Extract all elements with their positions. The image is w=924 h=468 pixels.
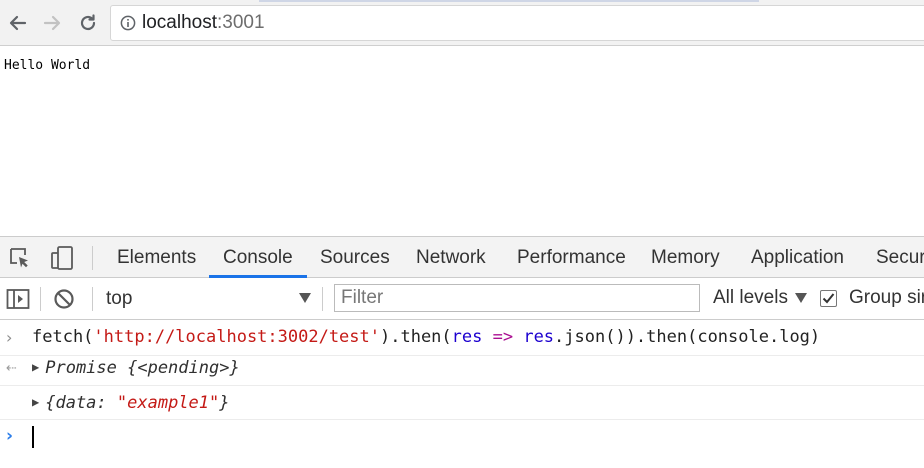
dropdown-arrow-icon <box>794 293 807 303</box>
object-open: {data: <box>45 393 117 413</box>
code-token: fetch( <box>32 327 94 347</box>
object-value: "example1" <box>116 393 220 413</box>
toolbar-divider <box>322 287 323 311</box>
reload-button[interactable] <box>76 11 100 35</box>
devtools-tabbar: Elements Console Sources Network Perform… <box>0 236 924 278</box>
text-cursor <box>32 426 34 448</box>
site-info-icon[interactable] <box>120 15 136 31</box>
console-sidebar-icon[interactable] <box>6 287 30 311</box>
back-arrow-icon <box>9 15 27 31</box>
group-similar-toggle[interactable]: Group sir <box>820 284 924 312</box>
object-close: } <box>219 393 230 413</box>
tab-sources[interactable]: Sources <box>320 237 390 278</box>
devtools-panel: Elements Console Sources Network Perform… <box>0 236 924 468</box>
expand-triangle-icon[interactable]: ▶ <box>32 360 39 374</box>
expand-triangle-icon[interactable]: ▶ <box>32 395 39 409</box>
result-arrow-icon: ⇠ <box>6 361 17 376</box>
tab-security[interactable]: Securi <box>876 237 924 278</box>
forward-arrow-icon <box>43 15 61 31</box>
console-toolbar: top All levels Group sir <box>0 278 924 320</box>
log-object[interactable]: ▶ {data: "example1"} <box>32 393 230 413</box>
group-similar-checkbox[interactable] <box>820 289 837 307</box>
tab-memory[interactable]: Memory <box>651 237 720 278</box>
context-selector[interactable]: top <box>106 286 312 312</box>
context-value: top <box>106 288 133 309</box>
log-levels-dropdown[interactable]: All levels <box>713 284 808 312</box>
filter-input[interactable] <box>334 284 700 312</box>
tab-application[interactable]: Application <box>751 237 844 278</box>
code-token-param: res <box>451 327 483 347</box>
tab-strip-edge <box>259 0 759 2</box>
inspect-element-icon[interactable] <box>7 245 33 271</box>
tabbar-divider <box>92 246 93 270</box>
console-prompt[interactable]: › <box>0 420 924 456</box>
tab-network[interactable]: Network <box>416 237 486 278</box>
address-bar[interactable]: localhost:3001 <box>110 5 924 41</box>
browser-toolbar: localhost:3001 <box>0 0 924 46</box>
dropdown-arrow-icon <box>299 293 311 303</box>
reload-icon <box>80 14 96 31</box>
tab-console[interactable]: Console <box>209 237 307 278</box>
result-value[interactable]: ▶ Promise {<pending>} <box>32 358 240 378</box>
code-token-param: res <box>523 327 555 347</box>
promise-text: Promise {<pending>} <box>45 358 240 378</box>
page-body-text: Hello World <box>4 58 91 73</box>
prompt-chevron-icon: › <box>6 426 14 446</box>
console-log-entry[interactable]: ▶ {data: "example1"} <box>0 386 924 420</box>
device-toolbar-icon[interactable] <box>49 245 75 271</box>
toolbar-divider <box>92 287 93 311</box>
back-button[interactable] <box>6 11 30 35</box>
clear-console-icon[interactable] <box>52 287 76 311</box>
log-levels-value: All levels <box>713 287 788 308</box>
code-token: ).then( <box>380 327 452 347</box>
console-input-entry: › fetch('http://localhost:3002/test').th… <box>0 324 924 356</box>
console-result-entry[interactable]: ⇠ ▶ Promise {<pending>} <box>0 356 924 386</box>
forward-button[interactable] <box>40 11 64 35</box>
code-token-string: 'http://localhost:3002/test' <box>93 327 380 347</box>
tab-performance[interactable]: Performance <box>517 237 626 278</box>
code-token: .json()).then(console.log) <box>554 327 821 347</box>
checkmark-icon <box>822 292 835 303</box>
toolbar-divider <box>40 287 41 311</box>
code-token-arrow: => <box>482 327 524 347</box>
console-command: fetch('http://localhost:3002/test').then… <box>32 327 820 347</box>
input-chevron-icon: › <box>6 328 13 347</box>
group-similar-label: Group sir <box>849 287 924 308</box>
url-port: :3001 <box>217 12 265 33</box>
console-messages: › fetch('http://localhost:3002/test').th… <box>0 320 924 468</box>
tab-elements[interactable]: Elements <box>117 237 196 278</box>
url-host: localhost <box>142 12 217 33</box>
url-text: localhost:3001 <box>142 12 265 34</box>
